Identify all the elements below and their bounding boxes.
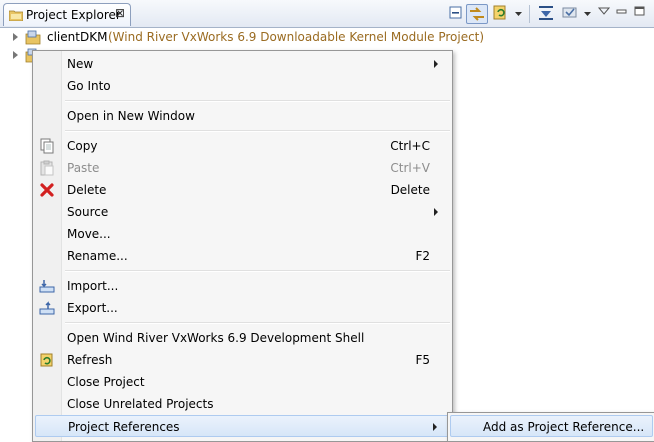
menu-item-label: Refresh (67, 353, 113, 367)
menu-item-move[interactable]: Move... (35, 223, 450, 245)
paste-icon (40, 160, 54, 176)
menu-item-source[interactable]: Source (35, 201, 450, 223)
menu-item-label: Go Into (67, 79, 111, 93)
menu-item-label: Move... (67, 227, 111, 241)
view-dropdown-icon[interactable] (583, 4, 593, 24)
submenu-arrow-icon (433, 423, 437, 431)
maximize-icon[interactable] (634, 4, 646, 24)
menu-item-label: Rename... (67, 249, 128, 263)
minimize-icon[interactable] (616, 4, 628, 24)
menu-item-refresh[interactable]: Refresh F5 (35, 349, 450, 371)
link-with-editor-icon[interactable] (466, 4, 488, 24)
customize-view-icon[interactable] (561, 4, 579, 24)
view-menu-dropdown-icon[interactable] (514, 4, 524, 24)
menu-item-label: Copy (67, 139, 98, 153)
tab-title: Project Explorer (26, 8, 121, 22)
menu-item-go-into[interactable]: Go Into (35, 75, 450, 97)
menu-item-label: Export... (67, 301, 118, 315)
menu-item-label: Project References (68, 420, 180, 434)
menu-item-open-development-shell[interactable]: Open Wind River VxWorks 6.9 Development … (35, 327, 450, 349)
menu-item-export[interactable]: Export... (35, 297, 450, 319)
delete-icon (40, 183, 54, 197)
menu-item-label: Delete (67, 183, 107, 197)
close-icon[interactable]: ⊠ (115, 6, 125, 20)
menu-item-import[interactable]: Import... (35, 275, 450, 297)
menu-shortcut: F2 (415, 249, 430, 263)
menu-item-label: Paste (67, 161, 100, 175)
menu-item-label: Source (67, 205, 109, 219)
menu-separator (65, 322, 450, 324)
menu-item-label: Close Unrelated Projects (67, 397, 214, 411)
menu-item-label: New (67, 57, 94, 71)
menu-item-label: Open in New Window (67, 109, 195, 123)
menu-item-copy[interactable]: Copy Ctrl+C (35, 135, 450, 157)
refresh-icon (40, 353, 53, 367)
menu-separator (65, 130, 450, 132)
submenu-arrow-icon (434, 60, 438, 68)
menu-shortcut: F5 (415, 353, 430, 367)
menu-shortcut: Ctrl+C (390, 139, 430, 153)
refresh-view-icon[interactable] (492, 4, 510, 24)
menu-separator (65, 100, 450, 102)
project-explorer-tab[interactable]: Project Explorer ⊠ (3, 3, 131, 26)
menu-item-paste[interactable]: Paste Ctrl+V (35, 157, 450, 179)
menu-shortcut: Delete (390, 183, 430, 197)
menu-item-label: Open Wind River VxWorks 6.9 Development … (67, 331, 365, 345)
menu-item-rename[interactable]: Rename... F2 (35, 245, 450, 267)
filter-icon[interactable] (537, 4, 555, 24)
menu-item-label: Import... (67, 279, 119, 293)
project-name: clientDKM (47, 30, 108, 44)
menu-item-open-in-new-window[interactable]: Open in New Window (35, 105, 450, 127)
project-references-submenu: Add as Project Reference... (447, 412, 654, 442)
menu-item-label: Close Project (67, 375, 145, 389)
menu-item-new[interactable]: New (35, 53, 450, 75)
toolbar-separator (529, 5, 530, 23)
menu-separator (65, 270, 450, 272)
collapse-all-icon[interactable] (447, 4, 465, 24)
menu-item-add-as-project-reference[interactable]: Add as Project Reference... (450, 415, 653, 437)
project-folder-icon (25, 30, 41, 45)
menu-shortcut: Ctrl+V (390, 161, 430, 175)
import-icon (39, 280, 55, 293)
expand-arrow-icon[interactable] (13, 33, 18, 41)
submenu-arrow-icon (434, 208, 438, 216)
project-description: (Wind River VxWorks 6.9 Downloadable Ker… (108, 30, 485, 44)
menu-item-delete[interactable]: Delete Delete (35, 179, 450, 201)
context-menu: New Go Into Open in New Window Copy Ctrl… (32, 50, 453, 442)
export-icon (39, 301, 55, 315)
menu-item-close-project[interactable]: Close Project (35, 371, 450, 393)
menu-item-project-references[interactable]: Project References (35, 415, 450, 437)
menu-item-label: Add as Project Reference... (483, 420, 645, 434)
copy-icon (40, 138, 54, 154)
chevron-down-icon[interactable] (598, 4, 610, 24)
expand-arrow-icon[interactable] (13, 51, 18, 59)
view-header: Project Explorer ⊠ (0, 0, 654, 28)
menu-item-close-unrelated-projects[interactable]: Close Unrelated Projects (35, 393, 450, 415)
tree-item-clientdkm[interactable]: clientDKM (Wind River VxWorks 6.9 Downlo… (0, 29, 654, 47)
project-explorer-icon (9, 10, 23, 21)
